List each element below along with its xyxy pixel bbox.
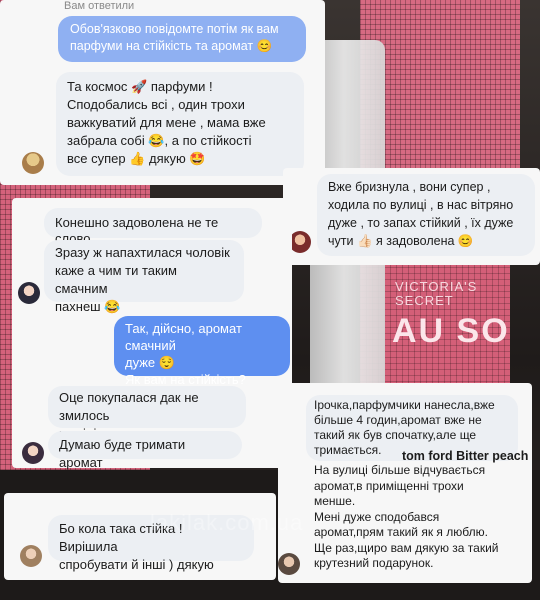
product-caption: tom ford Bitter peach [402,449,529,463]
perfume-box-name: AU SO [392,312,510,350]
avatar [22,152,44,174]
avatar [22,442,44,464]
received-message: Думаю буде тримати аромат [48,431,242,470]
avatar [20,545,42,567]
chat-card-5: Бо кола така стійка ! Вирішила спробуват… [4,493,276,580]
received-message: Оце покупалася дак не змилось на тілі па… [48,386,246,441]
sent-message: Так, дійсно, аромат смачний дуже 😌 Як ва… [114,316,290,387]
received-message: Зразу ж напахтилася чоловік каже а чим т… [44,240,244,314]
perfume-box-brand: VICTORIA'S SECRET [395,279,478,308]
message-text: На вулиці більше відчувається аромат,в п… [314,463,499,570]
avatar [18,282,40,304]
avatar [289,231,311,253]
chat-card-3: Конешно задоволена не те слово Зразу ж н… [12,198,292,470]
chat-card-2: Вже бризнула , вони супер , ходила по ву… [283,168,540,265]
received-message: Вже бризнула , вони супер , ходила по ву… [317,174,535,256]
sent-message: Обов'язково повідомте потім як вам парфу… [58,16,306,62]
chat-card-1: Вам ответили Обов'язково повідомте потім… [0,0,325,185]
reply-label: Вам ответили [64,0,135,12]
chat-card-4: Ірочка,парфумчики нанесла,вже більше 4 г… [278,383,532,583]
received-message: Конешно задоволена не те слово [44,208,262,246]
watermark: lakilak.com.ua [150,510,304,535]
received-message: Та космос 🚀 парфуми ! Сподобались всі , … [56,72,304,176]
avatar [278,553,300,575]
